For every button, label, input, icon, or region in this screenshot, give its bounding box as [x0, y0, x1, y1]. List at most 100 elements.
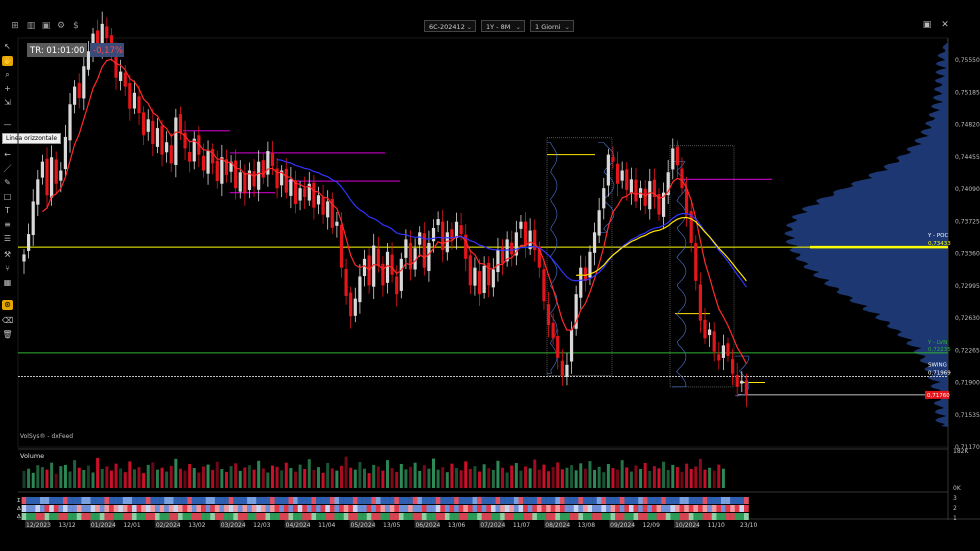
volume-bar — [464, 461, 468, 488]
indicator-cell — [76, 513, 82, 520]
indicator-cell — [40, 513, 45, 520]
date-axis-label: 10/2024 — [675, 522, 700, 529]
indicator-cell — [509, 497, 515, 504]
indicator-cell — [30, 505, 36, 512]
indicator-cell — [49, 497, 55, 504]
date-axis-label: 04/2024 — [286, 522, 311, 529]
indicator-cell — [279, 513, 285, 520]
volume-bar — [22, 470, 26, 488]
indicator-cell — [283, 505, 289, 512]
indicator-cell — [674, 505, 680, 512]
indicator-cell — [550, 513, 556, 520]
date-axis-label: 05/2024 — [351, 522, 376, 529]
candle-body — [671, 148, 675, 170]
candle-body — [243, 172, 247, 194]
indicator-cell — [417, 513, 423, 520]
indicator-cell — [435, 513, 441, 520]
candle-body — [31, 201, 35, 236]
indicator-cell — [329, 505, 335, 512]
indicator-cell — [375, 513, 381, 520]
indicator-cell — [697, 505, 703, 512]
indicator-cell — [150, 497, 156, 504]
candle-body — [680, 168, 684, 189]
indicator-cell — [251, 497, 257, 504]
indicator-cell — [132, 513, 137, 520]
indicator-cell — [348, 497, 354, 504]
indicator-cell — [343, 505, 349, 512]
volume-bar — [132, 469, 136, 488]
indicator-cell — [224, 505, 229, 512]
indicator-cell — [297, 505, 303, 512]
volume-bar — [137, 467, 141, 488]
indicator-cell — [421, 497, 427, 504]
candle-body — [353, 298, 357, 316]
candle-body — [63, 136, 68, 170]
indicator-cell — [624, 497, 630, 504]
date-axis-label: 12/09 — [643, 522, 660, 529]
indicator-cell — [385, 497, 390, 504]
indicator-cell — [72, 497, 78, 504]
mini-volume-profile — [546, 141, 558, 374]
volume-bar — [192, 468, 196, 488]
indicator-cell — [518, 497, 524, 504]
volume-bar — [59, 466, 63, 488]
indicator-cell — [725, 505, 731, 512]
indicator-cell — [191, 505, 197, 512]
indicator-cell — [564, 513, 570, 520]
indicator-cell — [306, 505, 312, 512]
indicator-cell — [224, 497, 229, 504]
indicator-cell — [343, 513, 349, 520]
indicator-cell — [173, 505, 179, 512]
candle-body — [151, 120, 155, 145]
indicator-cell — [86, 505, 91, 512]
indicator-cell — [191, 497, 197, 504]
indicator-cell — [132, 505, 137, 512]
indicator-cell — [564, 505, 570, 512]
date-axis-label: 12/03 — [253, 522, 270, 529]
indicator-cell — [458, 513, 464, 520]
volume-bar — [73, 460, 77, 488]
indicator-cell — [573, 513, 579, 520]
indicator-cell — [316, 505, 321, 512]
indicator-cell — [440, 497, 446, 504]
indicator-cell — [219, 505, 225, 512]
indicator-cell — [228, 513, 234, 520]
indicator-cell — [458, 505, 464, 512]
price-axis-label: 0,75185 — [955, 89, 980, 96]
date-axis-label: 07/2024 — [480, 522, 505, 529]
indicator-cell — [214, 513, 220, 520]
indicator-cell — [178, 513, 183, 520]
indicator-cell — [615, 513, 620, 520]
indicator-cell — [81, 497, 87, 504]
indicator-cell — [196, 505, 202, 512]
volume-bar — [224, 471, 228, 488]
price-chart[interactable]: 0,75550 0,75185 0,74820 0,74455 0,74090 0,737… — [0, 0, 980, 551]
candle-body — [27, 234, 31, 251]
indicator-cell — [578, 513, 584, 520]
volume-bar — [698, 458, 702, 488]
indicator-cell — [642, 505, 648, 512]
indicator-cell — [463, 497, 469, 504]
indicator-cell — [730, 497, 735, 504]
indicator-cell — [150, 505, 156, 512]
candle-body — [408, 242, 413, 270]
volume-bar — [68, 471, 72, 488]
volume-bar — [524, 466, 528, 488]
indicator-cell — [412, 497, 418, 504]
volume-bar — [478, 471, 482, 488]
volume-bar — [174, 458, 178, 488]
indicator-cell — [619, 513, 625, 520]
volume-bar — [666, 469, 670, 488]
indicator-cell — [582, 513, 588, 520]
indicator-cell — [523, 497, 528, 504]
volume-bar — [390, 468, 394, 488]
indicator-cell — [113, 505, 119, 512]
indicator-cell — [67, 497, 73, 504]
indicator-cell — [578, 497, 584, 504]
indicator-cell — [260, 497, 266, 504]
indicator-cell — [444, 497, 450, 504]
indicator-cell — [720, 505, 726, 512]
indicator-cell — [136, 513, 142, 520]
indicator-cell — [26, 513, 32, 520]
candle-body — [473, 267, 477, 286]
